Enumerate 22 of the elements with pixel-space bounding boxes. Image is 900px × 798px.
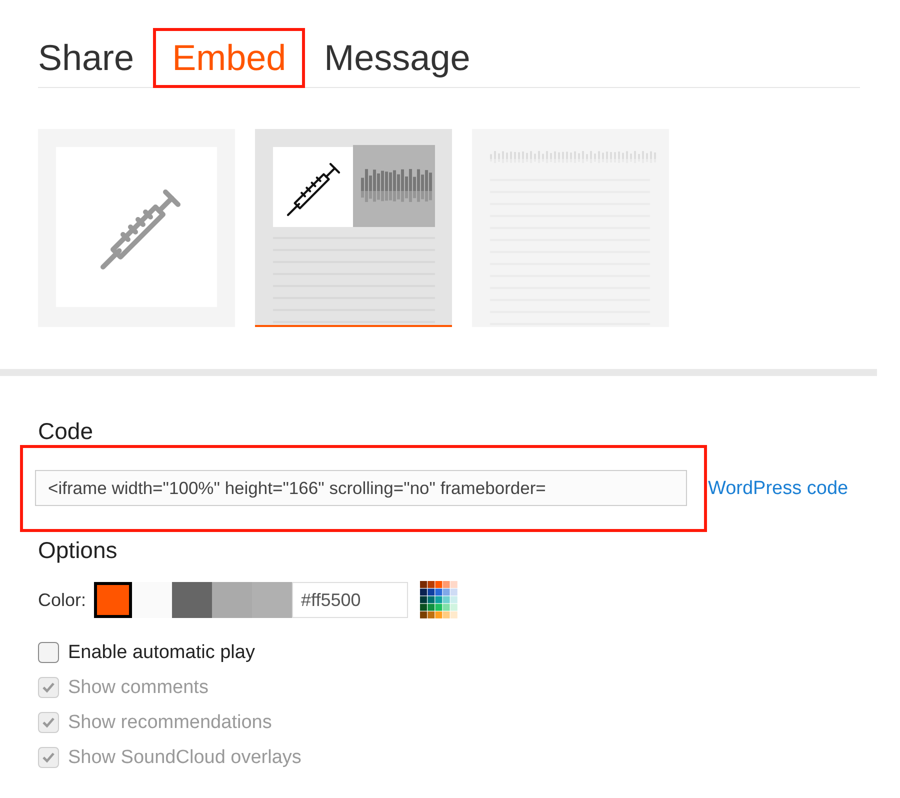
check-icon [42, 717, 55, 728]
tab[interactable]: Share [19, 28, 154, 88]
embed-code-field[interactable]: <iframe width="100%" height="166" scrolling="no" frameborder= [35, 470, 687, 506]
checkbox-label: Enable automatic play [68, 642, 255, 664]
color-swatch[interactable] [252, 582, 292, 618]
checkbox-label: Show recommendations [68, 712, 272, 734]
check-icon [42, 682, 55, 693]
color-palette-icon[interactable] [420, 581, 458, 619]
color-swatch[interactable] [132, 582, 172, 618]
color-swatch[interactable] [172, 582, 212, 618]
checkbox-label: Show comments [68, 676, 208, 698]
checkbox-label: Show SoundCloud overlays [68, 746, 302, 768]
wordpress-code-link[interactable]: WordPress code [708, 478, 848, 500]
section-label: Options [38, 536, 118, 564]
color-swatch[interactable] [94, 582, 132, 618]
checkbox[interactable] [38, 642, 59, 663]
color-hex-field[interactable]: #ff5500 [292, 582, 408, 618]
color-label: Color: [38, 590, 86, 610]
check-icon [42, 752, 55, 763]
tab[interactable]: Message [305, 28, 490, 88]
color-swatch[interactable] [212, 582, 252, 618]
section-label: Code [38, 417, 93, 445]
